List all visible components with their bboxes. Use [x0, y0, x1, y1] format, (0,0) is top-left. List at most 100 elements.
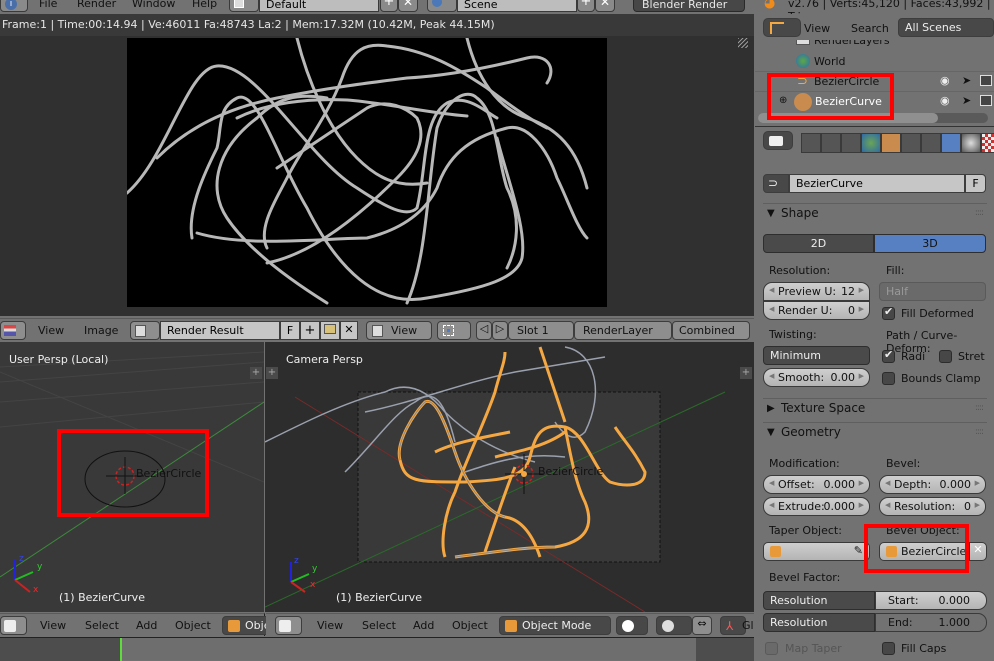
- twisting-dropdown[interactable]: Minimum: [763, 346, 870, 365]
- select-arrow-icon[interactable]: ➤: [962, 94, 971, 107]
- tab-data[interactable]: [941, 133, 961, 153]
- properties-editor-type-button[interactable]: [763, 131, 793, 150]
- bounds-clamp-checkbox[interactable]: [882, 372, 895, 385]
- editor-type-button[interactable]: [275, 616, 302, 635]
- menu-render[interactable]: Render: [77, 0, 116, 10]
- timeline[interactable]: [0, 637, 754, 661]
- outliner-editor-type-button[interactable]: [763, 18, 801, 37]
- scene-icon-button[interactable]: [427, 0, 457, 12]
- menu-add[interactable]: Add: [413, 619, 434, 632]
- clear-bevel-object-button[interactable]: ✕: [969, 542, 987, 561]
- image-name-field[interactable]: Render Result: [160, 321, 280, 340]
- editor-type-button[interactable]: [0, 321, 26, 340]
- screen-layout-field[interactable]: Default: [259, 0, 379, 12]
- bevel-factor-end-field[interactable]: End: 1.000: [875, 613, 987, 632]
- mode-dropdown[interactable]: Object Mode: [499, 616, 611, 635]
- dimension-3d-button[interactable]: 3D: [874, 234, 986, 253]
- fill-mode-dropdown[interactable]: Half: [879, 282, 986, 301]
- viewport-camera-persp[interactable]: Camera Persp BezierCircle z y x (1) Bezi…: [265, 342, 754, 612]
- tab-modifiers[interactable]: [921, 133, 941, 153]
- add-layout-button[interactable]: +: [380, 0, 398, 12]
- visibility-eye-icon[interactable]: ◉: [940, 74, 950, 87]
- bevel-resolution-field[interactable]: ◀ Resolution: 0 ▶: [879, 497, 986, 516]
- menu-view[interactable]: View: [38, 324, 64, 337]
- eyedropper-icon[interactable]: ✎: [854, 544, 863, 557]
- menu-select[interactable]: Select: [362, 619, 396, 632]
- next-slot-button[interactable]: ▷: [492, 321, 508, 340]
- editor-type-button[interactable]: [0, 616, 27, 635]
- menu-view[interactable]: View: [40, 619, 66, 632]
- render-camera-icon[interactable]: [980, 75, 992, 86]
- menu-file[interactable]: File: [39, 0, 57, 10]
- image-browse-button[interactable]: [130, 321, 160, 340]
- outliner-menu-view[interactable]: View: [804, 22, 830, 35]
- radius-checkbox[interactable]: [882, 348, 895, 363]
- orientation-label[interactable]: Gl: [742, 619, 754, 632]
- tab-render-layers[interactable]: [821, 133, 841, 153]
- bevel-factor-end-mode-dropdown[interactable]: Resolution: [763, 613, 875, 632]
- unlink-image-button[interactable]: ✕: [340, 321, 358, 340]
- map-taper-checkbox[interactable]: [765, 642, 778, 655]
- visibility-eye-icon[interactable]: ◉: [940, 94, 950, 107]
- menu-add[interactable]: Add: [136, 619, 157, 632]
- mode-dropdown[interactable]: Obje: [222, 616, 272, 635]
- outliner-display-mode-dropdown[interactable]: All Scenes: [898, 18, 994, 37]
- prev-slot-button[interactable]: ◁: [476, 321, 492, 340]
- outliner-row-renderlayers[interactable]: RenderLayers: [755, 40, 994, 52]
- menu-object[interactable]: Object: [175, 619, 211, 632]
- bevel-factor-start-field[interactable]: Start: 0.000: [875, 591, 987, 610]
- taper-object-field[interactable]: ✎: [763, 542, 870, 561]
- bevel-factor-start-mode-dropdown[interactable]: Resolution: [763, 591, 875, 610]
- tab-material[interactable]: [961, 133, 981, 153]
- current-frame-marker[interactable]: [120, 638, 122, 661]
- menu-object[interactable]: Object: [452, 619, 488, 632]
- drag-grip-icon[interactable]: ::::: [975, 403, 984, 413]
- dimension-2d-button[interactable]: 2D: [763, 234, 874, 253]
- bevel-depth-field[interactable]: ◀ Depth: 0.000 ▶: [879, 475, 986, 494]
- fill-deformed-checkbox[interactable]: [882, 305, 895, 320]
- drag-grip-icon[interactable]: ::::: [975, 427, 984, 437]
- toolshelf-toggle[interactable]: +: [250, 367, 262, 379]
- scene-field[interactable]: Scene: [457, 0, 577, 12]
- tab-render[interactable]: [801, 133, 821, 153]
- slot-dropdown[interactable]: Slot 1: [508, 321, 574, 340]
- menu-window[interactable]: Window: [132, 0, 175, 10]
- tab-constraints[interactable]: [901, 133, 921, 153]
- screen-layout-icon-button[interactable]: [229, 0, 259, 12]
- delete-layout-button[interactable]: ✕: [398, 0, 418, 12]
- open-image-button[interactable]: [320, 321, 340, 340]
- menu-view[interactable]: View: [317, 619, 343, 632]
- menu-help[interactable]: Help: [192, 0, 217, 10]
- add-scene-button[interactable]: +: [577, 0, 595, 12]
- datablock-browse-button[interactable]: ⊃: [763, 174, 789, 193]
- render-camera-icon[interactable]: [980, 95, 992, 106]
- shading-dropdown[interactable]: [616, 616, 648, 635]
- fill-caps-checkbox[interactable]: [882, 642, 895, 655]
- panel-texture-space-header[interactable]: ▶ Texture Space ::::: [763, 398, 987, 420]
- outliner-row-world[interactable]: World: [755, 52, 994, 72]
- pivot-point-dropdown[interactable]: [656, 616, 692, 635]
- drag-grip-icon[interactable]: ::::: [975, 208, 984, 218]
- editor-type-info-button[interactable]: i: [0, 0, 28, 12]
- render-layer-dropdown[interactable]: RenderLayer: [574, 321, 672, 340]
- tab-scene[interactable]: [841, 133, 861, 153]
- outliner-menu-search[interactable]: Search: [851, 22, 889, 35]
- extrude-field[interactable]: ◀ Extrude: 0.000 ▶: [763, 497, 870, 516]
- fake-user-button[interactable]: F: [280, 321, 300, 340]
- render-pass-dropdown[interactable]: Combined: [672, 321, 750, 340]
- render-engine-dropdown[interactable]: Blender Render: [633, 0, 745, 12]
- properties-shelf-toggle[interactable]: +: [740, 367, 752, 379]
- area-split-handle[interactable]: [738, 38, 748, 48]
- pivot-dropdown[interactable]: [437, 321, 471, 340]
- view-dropdown[interactable]: View: [366, 321, 432, 340]
- tab-texture[interactable]: [981, 133, 994, 153]
- tab-world[interactable]: [861, 133, 881, 153]
- menu-select[interactable]: Select: [85, 619, 119, 632]
- preview-u-field[interactable]: ◀ Preview U: 12 ▶: [763, 282, 870, 301]
- datablock-name-field[interactable]: BezierCurve: [789, 174, 965, 193]
- new-image-button[interactable]: +: [300, 321, 320, 340]
- menu-image[interactable]: Image: [84, 324, 118, 337]
- offset-field[interactable]: ◀ Offset: 0.000 ▶: [763, 475, 870, 494]
- panel-geometry-header[interactable]: ▼ Geometry ::::: [763, 422, 987, 444]
- stretch-checkbox[interactable]: [939, 350, 952, 363]
